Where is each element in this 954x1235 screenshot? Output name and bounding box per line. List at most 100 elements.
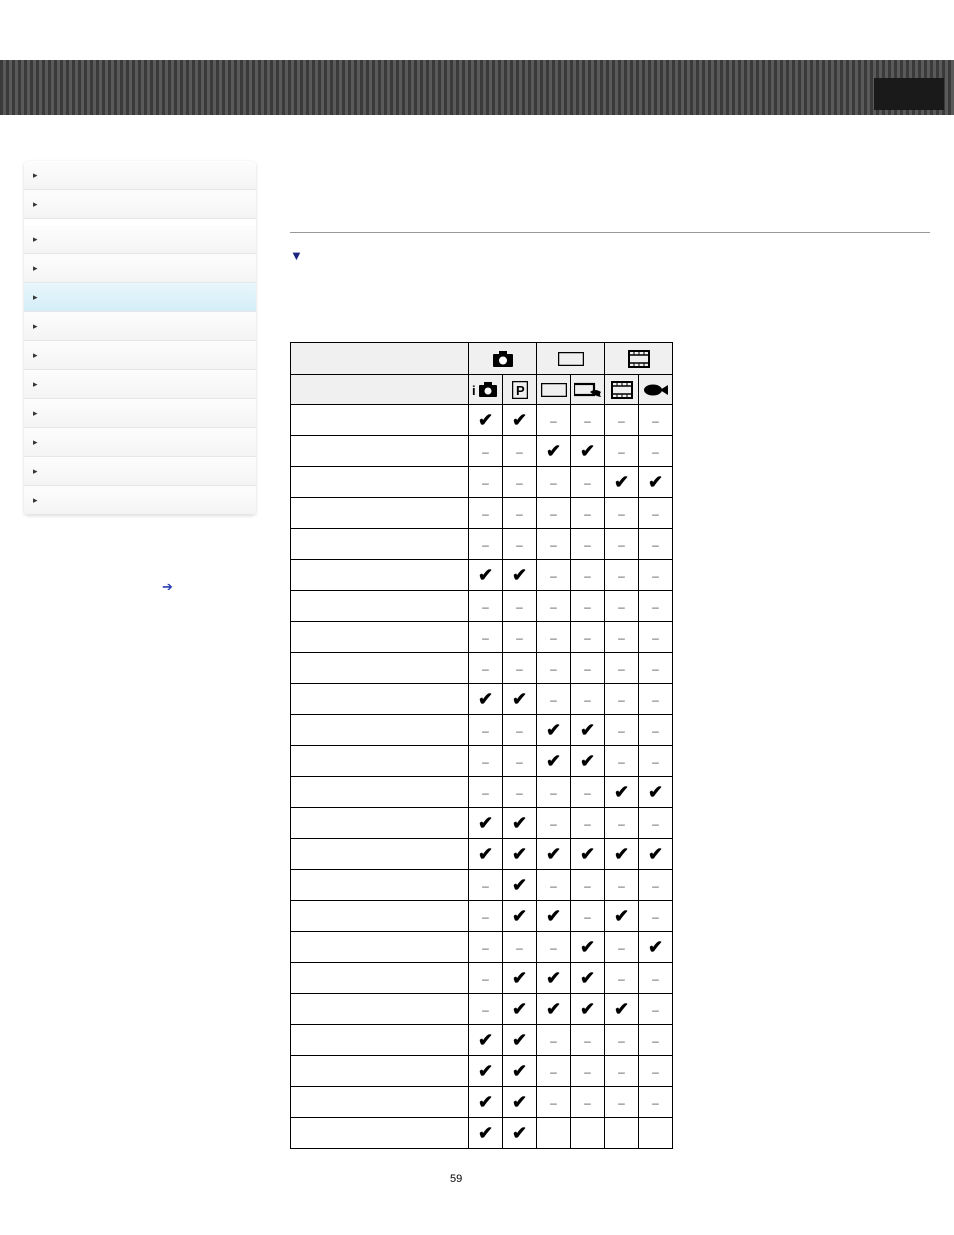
cell: – [571,653,605,684]
cell: ✔ [605,777,639,808]
feature-table: i P ✔✔––––––✔✔––––––✔✔––––––––––––✔✔ [290,342,930,1149]
sidebar-item-5[interactable] [24,312,256,341]
cell: – [537,870,571,901]
cell: – [639,436,673,467]
sidebar-item-0[interactable] [24,161,256,190]
sidebar-item-9[interactable] [24,428,256,457]
cell: ✔ [571,994,605,1025]
cell: ✔ [503,994,537,1025]
cell: – [503,746,537,777]
cell: – [503,715,537,746]
cell: ✔ [639,467,673,498]
cell: – [503,653,537,684]
row-label [291,932,469,963]
cell: – [537,808,571,839]
cell: ✔ [537,436,571,467]
row-label [291,1087,469,1118]
cell: – [503,777,537,808]
cell [605,1118,639,1149]
cell: – [605,932,639,963]
table-row: ✔✔–––– [291,684,673,715]
row-label [291,963,469,994]
cell: – [571,467,605,498]
cell: ✔ [537,715,571,746]
cell: – [571,529,605,560]
row-label [291,870,469,901]
cell: – [469,746,503,777]
row-label [291,1025,469,1056]
cell: – [639,1025,673,1056]
cell: – [605,622,639,653]
row-label [291,498,469,529]
cell: – [503,436,537,467]
cell: – [571,901,605,932]
sidebar-item-7[interactable] [24,370,256,399]
table-row: –––✔–✔ [291,932,673,963]
cell: ✔ [605,467,639,498]
table-row: –✔–––– [291,870,673,901]
header-band [0,60,954,115]
cell: – [605,560,639,591]
sidebar-item-10[interactable] [24,457,256,486]
cell: – [537,498,571,529]
cell: – [605,870,639,901]
table-row: ––✔✔–– [291,715,673,746]
cell: – [571,591,605,622]
row-label [291,715,469,746]
cell: ✔ [469,1025,503,1056]
sidebar-item-3[interactable] [24,254,256,283]
cell: – [571,870,605,901]
cell: – [639,405,673,436]
cell: ✔ [503,1118,537,1149]
table-row: ✔✔–––– [291,808,673,839]
cell: ✔ [537,901,571,932]
cell: – [503,591,537,622]
cell: – [571,622,605,653]
cell: – [503,529,537,560]
cell: ✔ [469,684,503,715]
cell: – [469,901,503,932]
cell: – [605,436,639,467]
cell: – [571,560,605,591]
cell: – [639,653,673,684]
row-label [291,1056,469,1087]
cell: – [639,1056,673,1087]
cell: ✔ [503,1025,537,1056]
cell: ✔ [605,839,639,870]
cell: – [639,498,673,529]
cell: – [503,467,537,498]
cell: – [639,560,673,591]
cell: – [537,1056,571,1087]
cell [537,1118,571,1149]
cell: ✔ [571,715,605,746]
svg-text:P: P [516,383,525,398]
cell: – [605,405,639,436]
cell: ✔ [469,839,503,870]
cell: ✔ [571,839,605,870]
sidebar-item-11[interactable] [24,486,256,515]
cell: – [537,622,571,653]
cell: – [537,1025,571,1056]
cell: ✔ [639,932,673,963]
cell: – [469,994,503,1025]
sidebar-item-1[interactable] [24,190,256,219]
group-movie-icon [605,343,673,375]
sidebar-item-4[interactable] [24,283,256,312]
cell: – [605,498,639,529]
cell: ✔ [503,963,537,994]
row-label [291,436,469,467]
col-sweep-uw-icon [571,375,605,405]
cell: – [469,963,503,994]
group-still-icon [469,343,537,375]
sidebar-item-6[interactable] [24,341,256,370]
cell: ✔ [639,777,673,808]
cell: – [605,684,639,715]
cell: ✔ [537,994,571,1025]
content: ▼ i P [290,224,930,1149]
cell: – [537,560,571,591]
sidebar-item-8[interactable] [24,399,256,428]
row-label [291,405,469,436]
cell: – [537,684,571,715]
table-row: ✔✔–––– [291,560,673,591]
sidebar-item-2[interactable] [24,225,256,254]
